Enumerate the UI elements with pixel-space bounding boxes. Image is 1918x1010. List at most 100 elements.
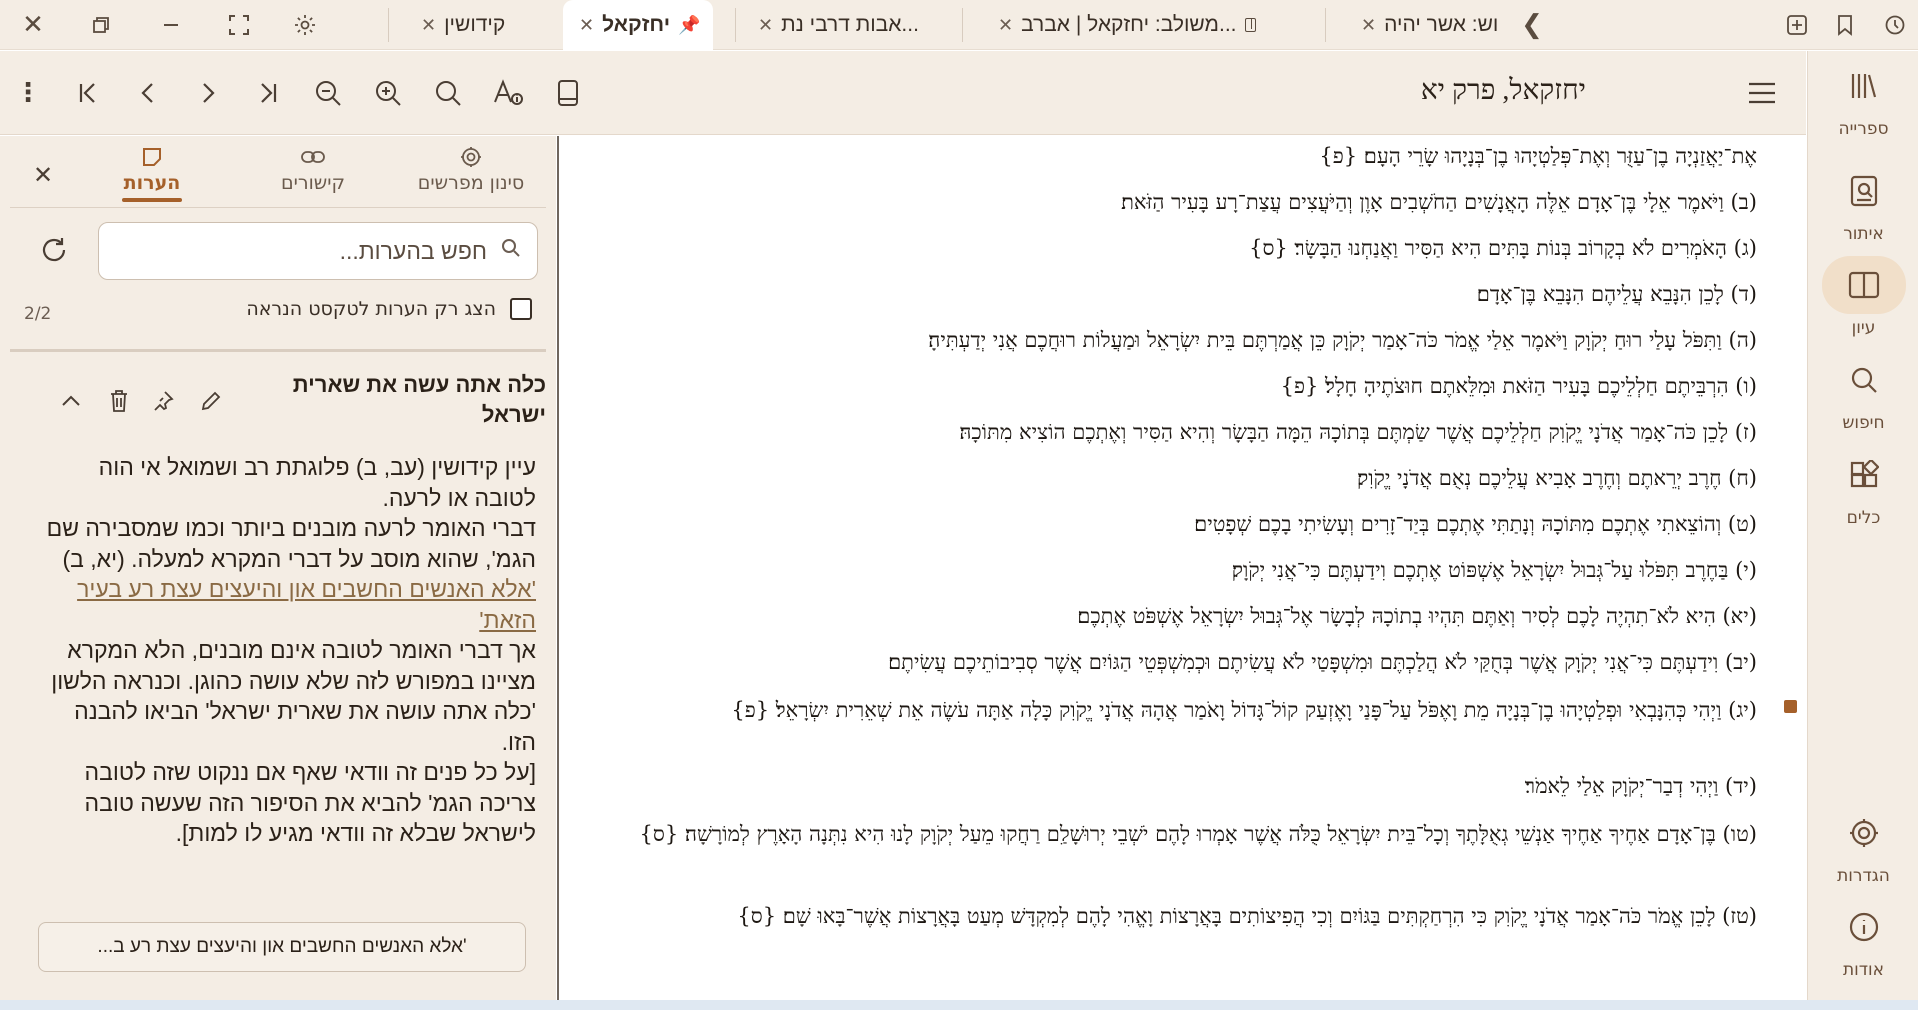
rail-item-search[interactable]: חיפוש bbox=[1808, 351, 1918, 433]
pin-icon: 📌 bbox=[678, 14, 701, 35]
rail-label: ספרייה bbox=[1838, 119, 1889, 139]
filter-checkbox[interactable] bbox=[510, 298, 532, 320]
table-of-contents-button[interactable] bbox=[1742, 73, 1782, 113]
notes-search-input[interactable] bbox=[127, 237, 487, 265]
chevron-left-icon: ❮ bbox=[1521, 10, 1543, 40]
zoom-out-icon bbox=[316, 81, 341, 106]
locate-icon bbox=[1850, 175, 1877, 207]
font-settings-button[interactable] bbox=[488, 73, 528, 113]
text-format-icon bbox=[494, 79, 523, 105]
restore-button[interactable] bbox=[84, 8, 118, 42]
tabs-scroll-left-button[interactable]: ❮ bbox=[1515, 8, 1549, 42]
gear-icon bbox=[295, 15, 315, 35]
pin-note-button[interactable] bbox=[148, 386, 178, 416]
more-vertical-icon: ⋮ bbox=[15, 78, 41, 108]
tab-combined-yechezkel[interactable]: ✕ משולב: יחזקאל | אברב... bbox=[982, 0, 1272, 50]
refresh-button[interactable] bbox=[36, 232, 72, 268]
pencil-icon bbox=[201, 391, 221, 411]
chevron-left-icon bbox=[141, 83, 153, 103]
next-button[interactable] bbox=[188, 73, 228, 113]
verse: (יד) וַיְהִי דְבַר־יְקֹוָק אֵלַי לֵאמֹר׃ bbox=[1524, 774, 1757, 798]
verse-with-note: (יג) וַיְהִי כְּהִנָּבְאִי וּפְלַטְיָהוּ… bbox=[731, 698, 1757, 722]
verse: (ח) חֶרֶב יְרֵאתֶם וְחֶרֶב אָבִיא עֲלֵיכ… bbox=[1357, 466, 1757, 490]
zoom-in-button[interactable] bbox=[368, 73, 408, 113]
verse: (יב) וִידַעְתֶּם כִּי־אֲנִי יְקֹוָק אֲשֶ… bbox=[888, 650, 1757, 674]
previous-button[interactable] bbox=[128, 73, 168, 113]
pin-icon bbox=[154, 391, 174, 411]
note-card: כלה אתה עשה את שארית ישראל עיין קידושין … bbox=[10, 349, 546, 979]
close-icon[interactable]: ✕ bbox=[758, 15, 773, 36]
edit-note-button[interactable] bbox=[196, 386, 226, 416]
first-page-icon bbox=[79, 83, 95, 103]
verse: (י) בַּחֶרֶב תִּפֹּלוּ עַל־גְּבוּל יִשְׂ… bbox=[1231, 558, 1757, 582]
rail-item-tools[interactable]: כלים bbox=[1808, 446, 1918, 528]
bookmark-button[interactable] bbox=[1828, 8, 1862, 42]
close-icon[interactable]: ✕ bbox=[998, 15, 1013, 36]
collapse-note-button[interactable] bbox=[56, 386, 86, 416]
last-page-button[interactable] bbox=[248, 73, 288, 113]
rail-item-about[interactable]: אודות bbox=[1808, 898, 1918, 980]
reading-mode-button[interactable] bbox=[548, 73, 588, 113]
verse: (ז) לָכֵן כֹּה־אָמַר אֲדֹנָי יֱקֹוִק חַל… bbox=[959, 420, 1757, 444]
book-title: יחזקאל, פרק יא bbox=[1420, 75, 1586, 106]
first-page-button[interactable] bbox=[68, 73, 108, 113]
chevron-up-icon bbox=[62, 395, 80, 406]
zoom-out-button[interactable] bbox=[308, 73, 348, 113]
close-window-button[interactable]: ✕ bbox=[16, 8, 50, 42]
info-icon bbox=[1849, 912, 1878, 942]
tab-notes[interactable]: הערות bbox=[122, 142, 182, 202]
note-reference-button[interactable]: 'אלא האנשים החשבים און והיעצים עצת רע ב.… bbox=[38, 922, 526, 972]
notes-count: 2/2 bbox=[24, 304, 52, 324]
tab-label: קישורים bbox=[281, 172, 345, 194]
tab-label: יחזקאל bbox=[602, 13, 671, 36]
rail-item-study[interactable]: עיון bbox=[1808, 256, 1918, 338]
minimize-button[interactable] bbox=[154, 8, 188, 42]
verse: (טו) בֶּן־אָדָם אַחֶיךָ אַחֶיךָ אַנְשֵׁי… bbox=[639, 822, 1757, 846]
rail-label: איתור bbox=[1843, 224, 1884, 244]
chevron-right-icon bbox=[203, 83, 215, 103]
delete-note-button[interactable] bbox=[104, 386, 134, 416]
tab-kiddushin[interactable]: ✕ קידושין bbox=[405, 0, 563, 50]
note-paragraph: אך דברי האומר לטובה אינם מובנים, הלא המק… bbox=[51, 637, 536, 755]
verse: (ד) לָכֵן הִנָּבֵא עֲלֵיהֶם הִנָּבֵא בֶּ… bbox=[1476, 282, 1757, 306]
close-panel-button[interactable]: ✕ bbox=[26, 158, 60, 192]
note-marker-icon[interactable] bbox=[1784, 700, 1797, 713]
notes-search-field[interactable] bbox=[98, 222, 538, 280]
rail-item-settings[interactable]: הגדרות bbox=[1808, 804, 1918, 886]
rail-label: הגדרות bbox=[1837, 866, 1890, 886]
close-icon[interactable]: ✕ bbox=[579, 15, 594, 36]
tab-yechezkel[interactable]: ✕ יחזקאל 📌 bbox=[563, 0, 713, 50]
settings-button[interactable] bbox=[288, 8, 322, 42]
fullscreen-button[interactable] bbox=[222, 8, 256, 42]
gear-icon bbox=[461, 147, 481, 167]
zoom-in-icon bbox=[376, 81, 401, 106]
rail-item-library[interactable]: ספרייה bbox=[1808, 57, 1918, 139]
close-icon[interactable]: ✕ bbox=[421, 15, 436, 36]
bookmark-icon bbox=[1838, 15, 1852, 36]
menu-icon bbox=[1749, 82, 1775, 104]
refresh-icon bbox=[42, 238, 66, 262]
verse: (ב) וַיֹּאמֶר אֵלָי בֶּן־אָדָם אֵלֶּה הָ… bbox=[1121, 190, 1757, 214]
rail-label: כלים bbox=[1846, 508, 1881, 528]
note-paragraph: דברי האומר לרעה מובנים ביותר וכמו שמסביר… bbox=[46, 515, 536, 572]
rail-label: עיון bbox=[1851, 318, 1876, 338]
note-paragraph: עיין קידושין (עב, ב) פלוגתת רב ושמואל אי… bbox=[98, 454, 536, 511]
tab-commentator-filter[interactable]: סינון מפרשים bbox=[408, 142, 534, 194]
close-icon: ✕ bbox=[32, 161, 54, 189]
new-tab-button[interactable] bbox=[1780, 8, 1814, 42]
search-in-text-button[interactable] bbox=[428, 73, 468, 113]
filter-label: הצג רק הערות לטקסט הנראה bbox=[246, 298, 496, 320]
note-body: עיין קידושין (עב, ב) פלוגתת רב ושמואל אי… bbox=[38, 452, 536, 849]
tab-label: אבות דרבי נת... bbox=[781, 13, 919, 36]
rail-item-locate[interactable]: איתור bbox=[1808, 162, 1918, 244]
tab-avot-drabi-natan[interactable]: ✕ אבות דרבי נת... bbox=[742, 0, 957, 50]
tab-label: קידושין bbox=[444, 13, 506, 36]
tab-links[interactable]: קישורים bbox=[268, 142, 358, 194]
verse: (טז) לָכֵן אֱמֹר כֹּה־אָמַר אֲדֹנָי יֱקֹ… bbox=[737, 904, 1757, 928]
verse: (ה) וַתִּפֹּל עָלַי רוּחַ יְקֹוָק וַיֹּא… bbox=[928, 328, 1757, 352]
close-icon[interactable]: ✕ bbox=[1361, 15, 1376, 36]
search-icon bbox=[501, 238, 521, 264]
note-quote-link[interactable]: 'אלא האנשים החשבים און והיעצים עצת רע בע… bbox=[77, 576, 536, 633]
history-button[interactable] bbox=[1878, 8, 1912, 42]
more-options-button[interactable]: ⋮ bbox=[8, 73, 48, 113]
